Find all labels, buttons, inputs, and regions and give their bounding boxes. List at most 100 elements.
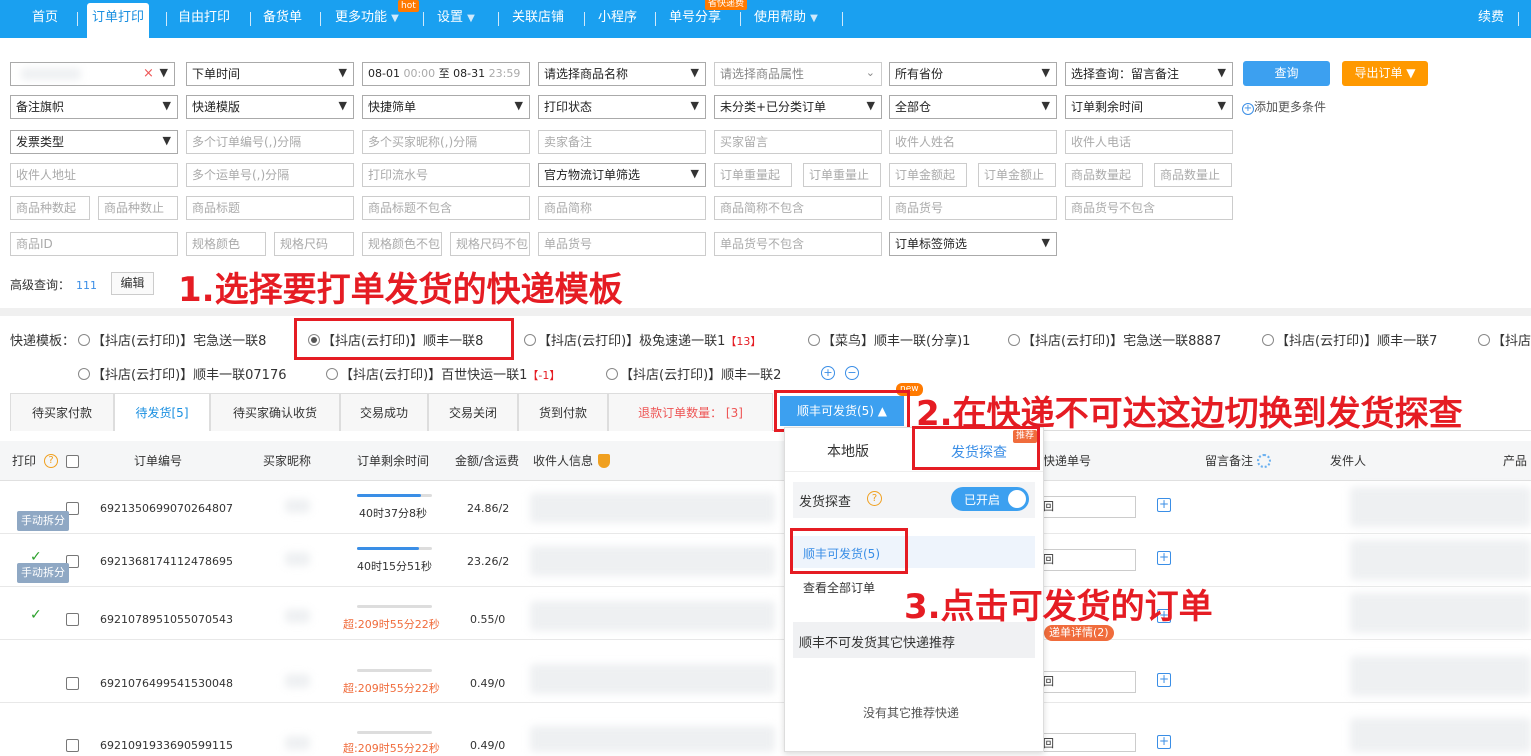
nav-more[interactable]: 更多功能 ▼ xyxy=(335,0,399,38)
nav-home[interactable]: 首页 xyxy=(32,0,58,38)
order-time-select[interactable]: 下单时间 ▼ xyxy=(186,62,354,86)
probe-toggle[interactable]: 已开启 xyxy=(951,487,1029,511)
quick-filter-select[interactable]: 快捷筛单 ▼ xyxy=(362,95,530,119)
template-option[interactable]: 【抖店(云打印)】宅急送一联8887 xyxy=(1008,330,1221,349)
short-exclude-input[interactable]: 商品简称不包含 xyxy=(714,196,882,220)
row-checkbox[interactable] xyxy=(66,677,79,690)
order-number[interactable]: 6921076499541530048 xyxy=(100,677,233,690)
warehouse-select[interactable]: 全部仓 ▼ xyxy=(889,95,1057,119)
short-name-input[interactable]: 商品简称 xyxy=(538,196,706,220)
tab-awaiting-payment[interactable]: 待买家付款 xyxy=(10,393,114,431)
template-option[interactable]: 【抖店(云打印)】极兔速递一联1【13】 xyxy=(524,330,761,349)
view-all-orders-link[interactable]: 查看全部订单 xyxy=(803,579,875,596)
kinds-from-input[interactable]: 商品种数起 xyxy=(10,196,90,220)
nav-renew[interactable]: 续费 xyxy=(1478,0,1504,38)
nav-stock-list[interactable]: 备货单 xyxy=(263,0,302,38)
query-type-select[interactable]: 选择查询：留言备注 ▼ xyxy=(1065,62,1233,86)
title-exclude-input[interactable]: 商品标题不包含 xyxy=(362,196,530,220)
gear-icon[interactable] xyxy=(1257,454,1271,468)
buyer-message-input[interactable]: 买家留言 xyxy=(714,130,882,154)
tracking-input[interactable]: 回 xyxy=(1040,671,1136,693)
province-select[interactable]: 所有省份 ▼ xyxy=(889,62,1057,86)
spec-color-input[interactable]: 规格颜色 xyxy=(186,232,266,256)
tracking-input[interactable]: 回 xyxy=(1040,496,1136,518)
invoice-type-select[interactable]: 发票类型 ▼ xyxy=(10,130,178,154)
select-all-checkbox[interactable] xyxy=(66,455,79,468)
qty-to-input[interactable]: 商品数量止 xyxy=(1154,163,1232,187)
manual-split-tag[interactable]: 手动拆分 xyxy=(17,563,69,583)
product-name-select[interactable]: 请选择商品名称 ▼ xyxy=(538,62,706,86)
tab-cod[interactable]: 货到付款 xyxy=(518,393,608,431)
buyer-nicks-input[interactable]: 多个买家昵称(,)分隔 xyxy=(362,130,530,154)
item-no-input[interactable]: 商品货号 xyxy=(889,196,1057,220)
product-title-input[interactable]: 商品标题 xyxy=(186,196,354,220)
tab-refund-orders[interactable]: 退款订单数量： [3] xyxy=(608,393,773,431)
qty-from-input[interactable]: 商品数量起 xyxy=(1065,163,1143,187)
seller-remark-input[interactable]: 卖家备注 xyxy=(538,130,706,154)
weight-from-input[interactable]: 订单重量起 xyxy=(714,163,792,187)
receiver-address-input[interactable]: 收件人地址 xyxy=(10,163,178,187)
order-number[interactable]: 6921091933690599115 xyxy=(100,739,233,752)
edit-button[interactable]: 编辑 xyxy=(111,272,154,295)
kinds-to-input[interactable]: 商品种数止 xyxy=(98,196,178,220)
tab-awaiting-receipt[interactable]: 待买家确认收货 xyxy=(210,393,340,431)
amount-to-input[interactable]: 订单金额止 xyxy=(978,163,1056,187)
nav-mini-program[interactable]: 小程序 xyxy=(598,0,637,38)
remaining-time-select[interactable]: 订单剩余时间 ▼ xyxy=(1065,95,1233,119)
remove-template-icon[interactable]: − xyxy=(845,366,859,380)
expand-icon[interactable]: + xyxy=(1157,673,1171,687)
print-serial-input[interactable]: 打印流水号 xyxy=(362,163,530,187)
tracking-input[interactable]: 回 xyxy=(1040,549,1136,571)
nav-order-print[interactable]: 订单打印 xyxy=(87,3,150,38)
order-nos-input[interactable]: 多个订单编号(,)分隔 xyxy=(186,130,354,154)
item-no-exclude-input[interactable]: 商品货号不包含 xyxy=(1065,196,1233,220)
tracking-input[interactable]: 回 xyxy=(1040,733,1136,752)
weight-to-input[interactable]: 订单重量止 xyxy=(803,163,881,187)
nav-settings[interactable]: 设置 ▼ xyxy=(437,0,475,38)
advanced-query-count[interactable]: 111 xyxy=(76,279,97,292)
express-template-select[interactable]: 快递模版 ▼ xyxy=(186,95,354,119)
export-orders-button[interactable]: 导出订单 ▼ xyxy=(1342,61,1428,86)
help-icon[interactable]: ? xyxy=(867,491,882,506)
template-option[interactable]: 【抖店 xyxy=(1478,330,1531,349)
order-tag-select[interactable]: 订单标签筛选 ▼ xyxy=(889,232,1057,256)
template-option[interactable]: 【抖店(云打印)】顺丰一联7 xyxy=(1262,330,1437,349)
category-select[interactable]: 未分类+已分类订单 ▼ xyxy=(714,95,882,119)
nav-help[interactable]: 使用帮助 ▼ xyxy=(754,0,818,38)
logistics-filter-select[interactable]: 官方物流订单筛选 ▼ xyxy=(538,163,706,187)
tab-closed[interactable]: 交易关闭 xyxy=(428,393,518,431)
waybill-nos-input[interactable]: 多个运单号(,)分隔 xyxy=(186,163,354,187)
remark-flag-select[interactable]: 备注旗帜 ▼ xyxy=(10,95,178,119)
search-button[interactable]: 查询 xyxy=(1243,61,1330,86)
order-number[interactable]: 6921078951055070543 xyxy=(100,613,233,626)
template-option[interactable]: 【抖店(云打印)】百世快运一联1【-1】 xyxy=(326,364,560,383)
manual-split-tag[interactable]: 手动拆分 xyxy=(17,511,69,531)
receiver-phone-input[interactable]: 收件人电话 xyxy=(1065,130,1233,154)
spec-color-exclude-input[interactable]: 规格颜色不包 xyxy=(362,232,442,256)
template-option[interactable]: 【抖店(云打印)】宅急送一联8 xyxy=(78,330,266,349)
nav-free-print[interactable]: 自由打印 xyxy=(178,0,230,38)
template-option[interactable]: 【菜鸟】顺丰一联(分享)1 xyxy=(808,330,970,349)
template-option[interactable]: 【抖店(云打印)】顺丰一联07176 xyxy=(78,364,287,383)
spec-size-input[interactable]: 规格尺码 xyxy=(274,232,354,256)
clear-icon[interactable]: × xyxy=(143,63,154,85)
single-no-exclude-input[interactable]: 单品货号不包含 xyxy=(714,232,882,256)
expand-icon[interactable]: + xyxy=(1157,551,1171,565)
single-no-input[interactable]: 单品货号 xyxy=(538,232,706,256)
order-number[interactable]: 6921368174112478695 xyxy=(100,555,233,568)
spec-size-exclude-input[interactable]: 规格尺码不包 xyxy=(450,232,530,256)
expand-icon[interactable]: + xyxy=(1157,498,1171,512)
row-checkbox[interactable] xyxy=(66,739,79,752)
tab-local-version[interactable]: 本地版 xyxy=(827,441,869,461)
product-attr-select[interactable]: 请选择商品属性 ⌄ xyxy=(714,62,882,86)
add-template-icon[interactable]: + xyxy=(821,366,835,380)
nav-linked-shops[interactable]: 关联店铺 xyxy=(512,0,564,38)
tab-completed[interactable]: 交易成功 xyxy=(340,393,428,431)
row-checkbox[interactable] xyxy=(66,613,79,626)
expand-icon[interactable]: + xyxy=(1157,735,1171,749)
add-more-conditions[interactable]: + 添加更多条件 xyxy=(1242,98,1326,115)
template-option[interactable]: 【抖店(云打印)】顺丰一联2 xyxy=(606,364,781,383)
amount-from-input[interactable]: 订单金额起 xyxy=(889,163,967,187)
product-id-input[interactable]: 商品ID xyxy=(10,232,178,256)
order-number[interactable]: 6921350699070264807 xyxy=(100,502,233,515)
